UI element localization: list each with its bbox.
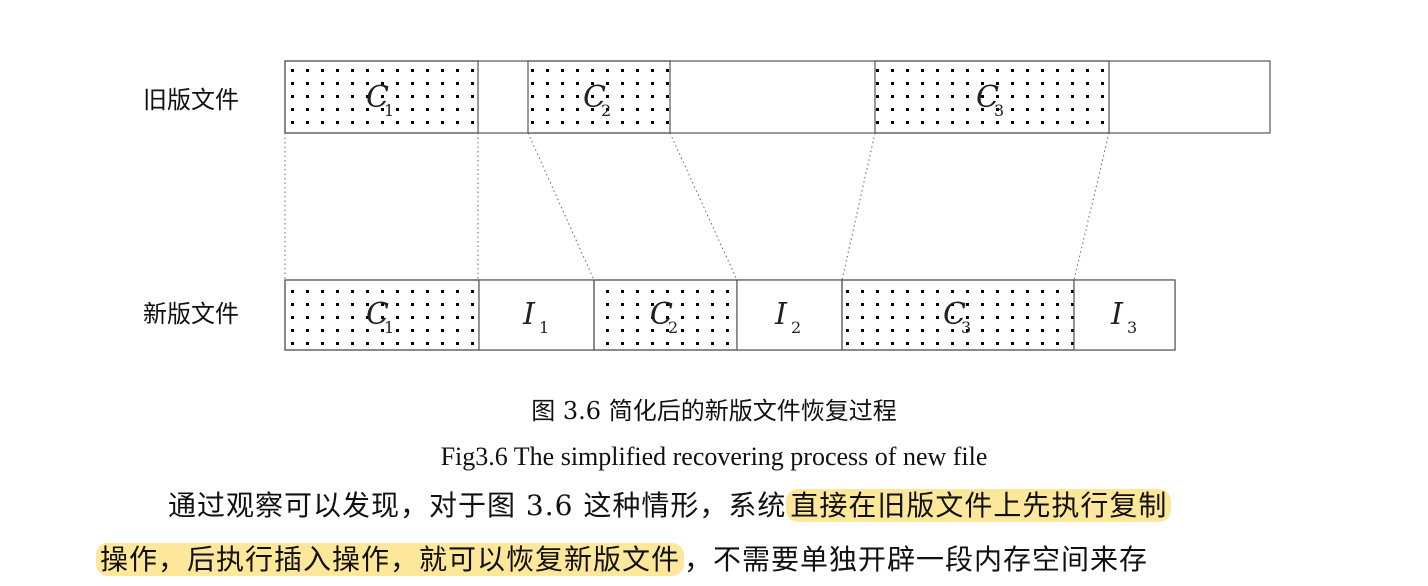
figure-caption-chinese: 图 3.6 简化后的新版文件恢复过程 <box>531 397 897 425</box>
highlighted-text: 操作，后执行插入操作，就可以恢复新版文件 <box>96 543 685 576</box>
new-block-i2-letter: I <box>774 297 788 332</box>
new-file-bar: C 1 I 1 C 2 I 2 C 3 I 3 <box>284 279 1176 351</box>
new-block-c1-sub: 1 <box>384 318 394 337</box>
old-block-2-sub: 2 <box>601 101 611 120</box>
new-block-i1-sub: 1 <box>539 318 549 337</box>
old-block-1-sub: 1 <box>384 101 394 120</box>
recovery-diagram: 旧版文件 新版文件 C 1 C 2 C 3 C 1 I 1 C 2 I 2 C … <box>143 60 1271 351</box>
paragraph-text: 通过观察可以发现，对于图 3.6 这种情形，系统 <box>168 489 787 522</box>
old-file-label: 旧版文件 <box>143 86 239 114</box>
new-block-c3-sub: 3 <box>961 318 971 337</box>
old-block-3-sub: 3 <box>994 101 1004 120</box>
new-insert-block-1 <box>478 279 595 351</box>
body-paragraph-line-1: 通过观察可以发现，对于图 3.6 这种情形，系统 直接在旧版文件上先执行复制 <box>96 484 1376 524</box>
mapping-lines <box>284 132 1110 281</box>
new-block-c2-sub: 2 <box>668 318 678 337</box>
new-block-i1-letter: I <box>522 297 536 332</box>
figure-caption-english: Fig3.6 The simplified recovering process… <box>440 442 988 471</box>
new-file-label: 新版文件 <box>143 300 239 328</box>
new-insert-block-3 <box>1073 279 1176 351</box>
body-paragraph-line-2: 操作，后执行插入操作，就可以恢复新版文件 ，不需要单独开辟一段内存空间来存 <box>96 538 1376 578</box>
new-block-i3-sub: 3 <box>1127 318 1137 337</box>
new-block-i2-sub: 2 <box>791 318 801 337</box>
highlighted-text: 直接在旧版文件上先执行复制 <box>786 489 1172 522</box>
new-insert-block-2 <box>736 279 843 351</box>
new-block-i3-letter: I <box>1110 297 1124 332</box>
old-file-bar: C 1 C 2 C 3 <box>284 60 1271 134</box>
paragraph-text: ，不需要单独开辟一段内存空间来存 <box>684 543 1149 576</box>
